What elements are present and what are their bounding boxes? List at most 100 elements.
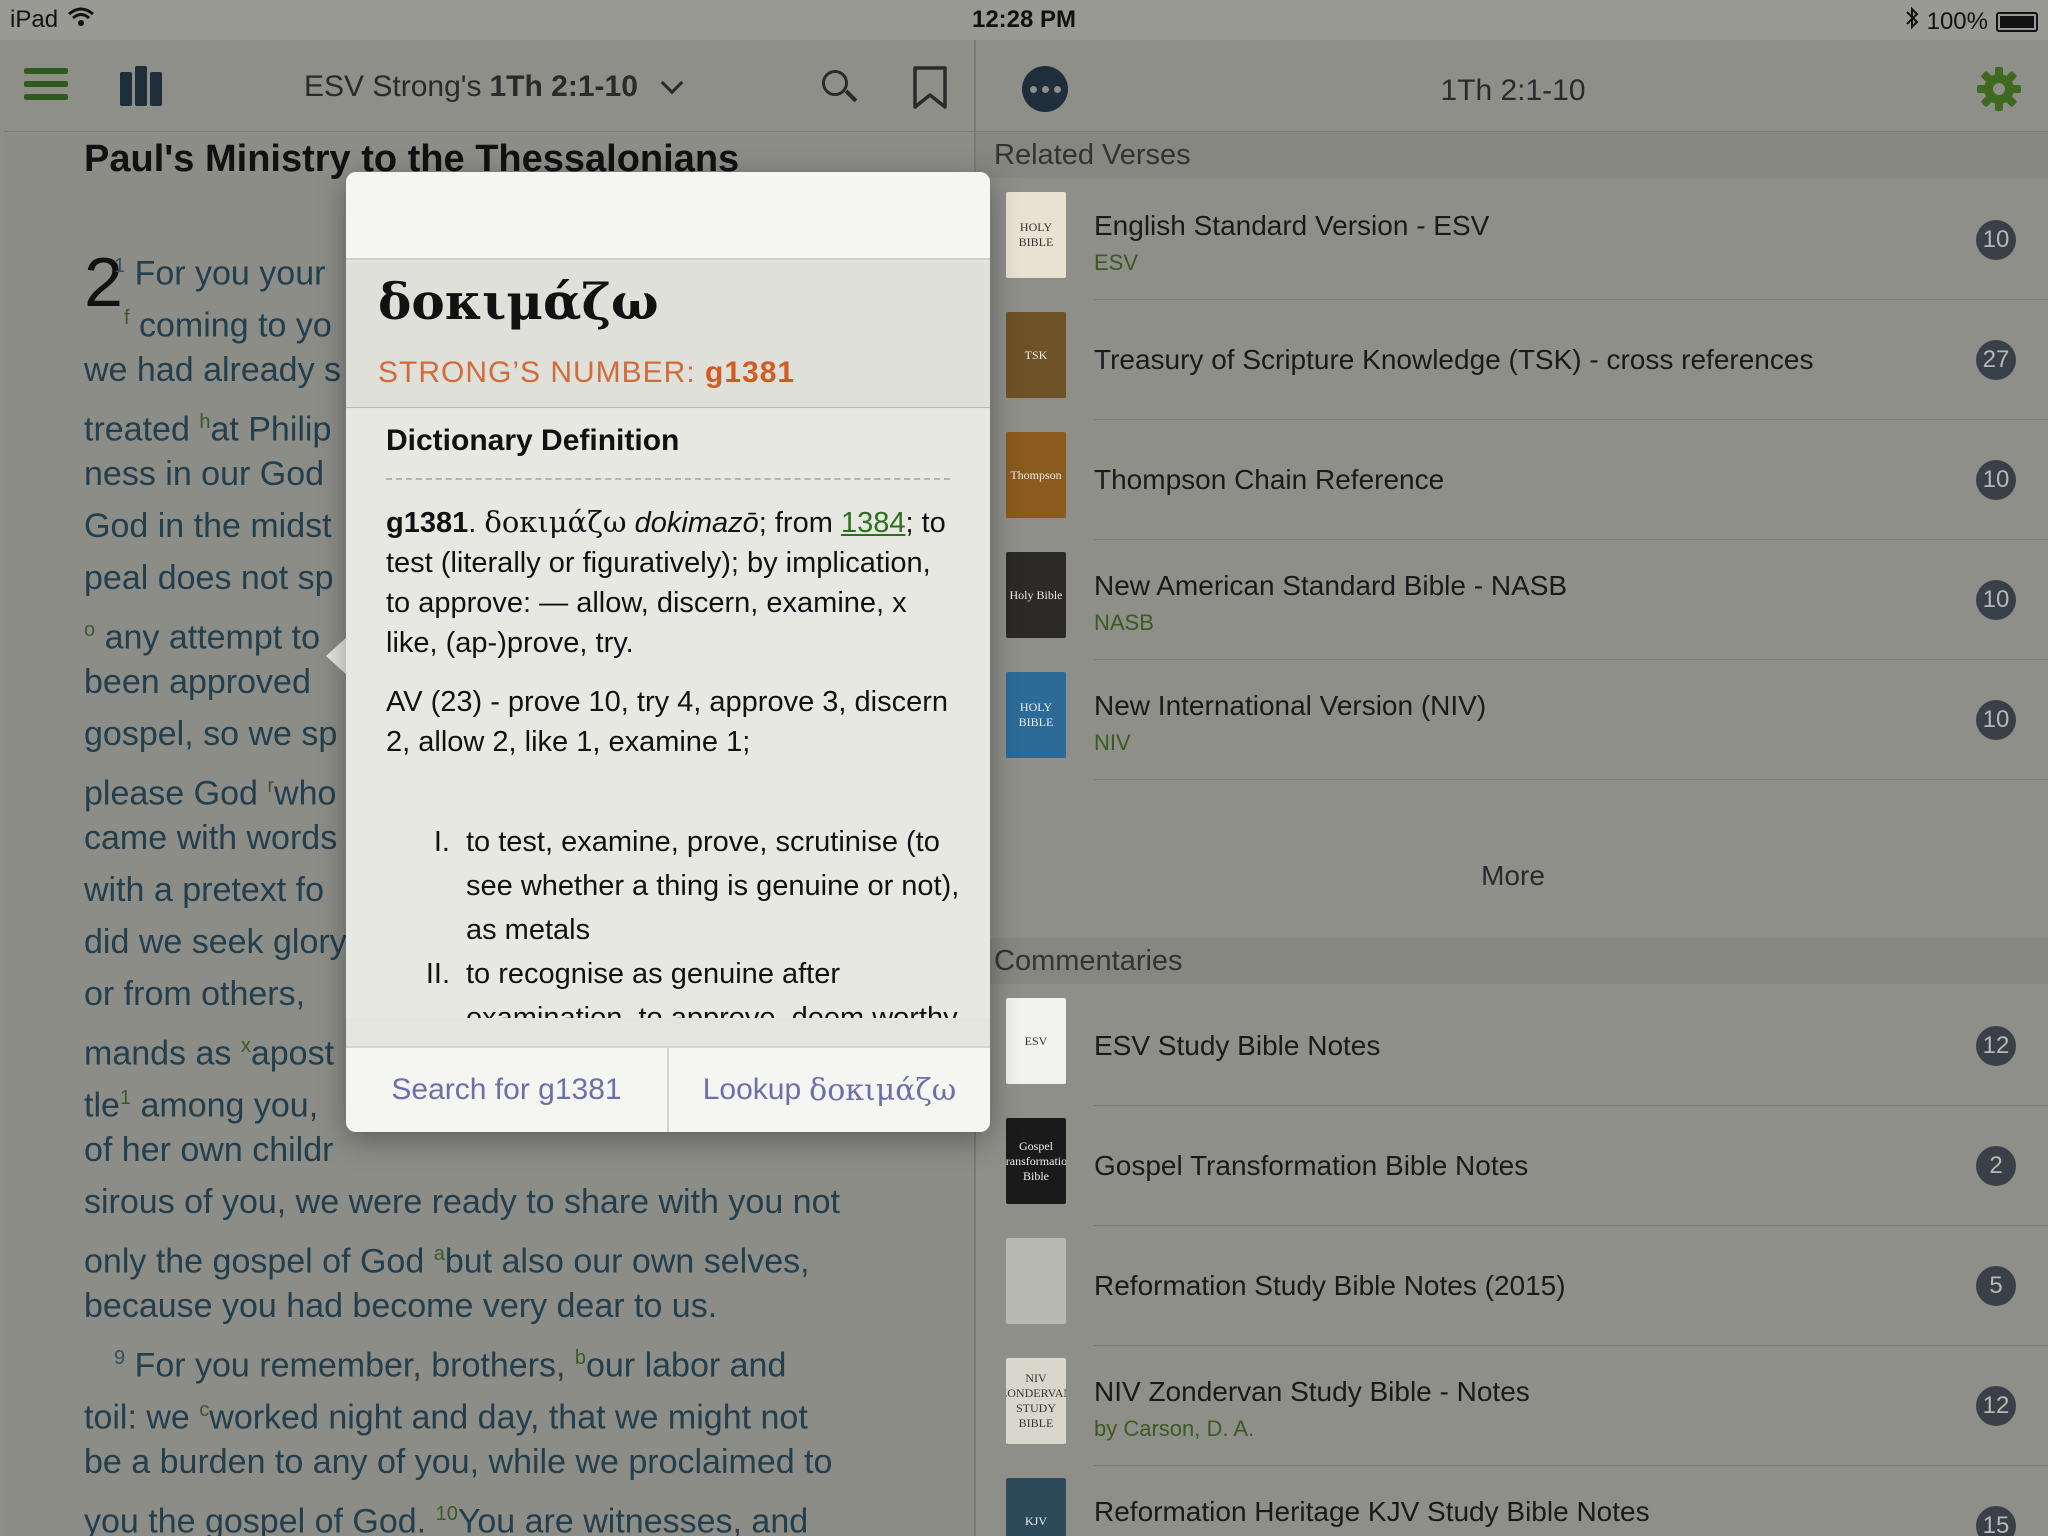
verse-text[interactable]: For you remember, brothers,: [135, 1346, 575, 1384]
verse-text[interactable]: because you had become very dear to us.: [84, 1287, 717, 1325]
related-verses-header: Related Verses: [976, 132, 2048, 178]
verse-text[interactable]: we had already s: [84, 351, 341, 389]
verse-text[interactable]: toil: we: [84, 1398, 199, 1436]
verse-text[interactable]: You are witnesses, and: [458, 1502, 808, 1536]
resource-subtitle: by Carson, D. A.: [1094, 1416, 1255, 1441]
verse-text[interactable]: gospel, so we sp: [84, 715, 337, 753]
strongs-label: STRONG’S NUMBER:: [378, 356, 696, 389]
resource-title: Thompson Chain Reference: [1094, 464, 1445, 495]
more-link[interactable]: More: [976, 860, 2048, 892]
resource-row[interactable]: HOLY BIBLE New International Version (NIV…: [976, 660, 2048, 780]
bluetooth-icon: [1905, 6, 1919, 37]
outline-item: I. to test, examine, prove, scrutinise (t…: [386, 820, 960, 952]
bookmark-icon[interactable]: [912, 66, 948, 110]
version-reference-selector[interactable]: ESV Strong's 1Th 2:1-10: [304, 70, 684, 104]
search-strongs-button[interactable]: Search for g1381: [346, 1048, 667, 1132]
resource-row[interactable]: HOLY BIBLE English Standard Version - ESV…: [976, 180, 2048, 300]
verse-text[interactable]: our labor and: [586, 1346, 786, 1384]
footnote-marker[interactable]: x: [241, 1035, 251, 1057]
outline-number: II.: [425, 958, 450, 990]
verse-text[interactable]: peal does not sp: [84, 559, 334, 597]
verse-text[interactable]: treated: [84, 410, 199, 448]
verse-line[interactable]: toil: we cworked night and day, that we …: [84, 1384, 964, 1436]
row-divider: [1094, 779, 2048, 780]
bible-version: ESV Strong's: [304, 70, 482, 103]
resource-title: English Standard Version - ESV: [1094, 210, 1490, 241]
clock: 12:28 PM: [971, 6, 1077, 33]
footnote-marker[interactable]: 1: [120, 1087, 131, 1109]
verse-text[interactable]: apost: [251, 1034, 334, 1072]
verse-text[interactable]: tle: [84, 1086, 120, 1124]
menu-icon[interactable]: [24, 68, 68, 104]
resource-row[interactable]: ESV ESV Study Bible Notes 12: [976, 986, 2048, 1106]
verse-text[interactable]: of her own childr: [84, 1131, 333, 1169]
resource-row[interactable]: KJV Reformation Heritage KJV Study Bible …: [976, 1466, 2048, 1536]
gear-icon[interactable]: [1976, 66, 2022, 112]
outline-text: to test, examine, prove, scrutinise (to …: [466, 826, 960, 946]
verse-text[interactable]: did we seek glory: [84, 923, 347, 961]
verse-line[interactable]: sirous of you, we were ready to share wi…: [84, 1176, 964, 1228]
footnote-marker[interactable]: b: [575, 1347, 586, 1369]
verse-text[interactable]: God in the midst: [84, 507, 332, 545]
resource-row[interactable]: Reformation Study Bible Notes (2015) 5: [976, 1226, 2048, 1346]
footnote-marker[interactable]: a: [434, 1243, 445, 1265]
resource-title: ESV Study Bible Notes: [1094, 1030, 1381, 1061]
verse-text[interactable]: mands as: [84, 1034, 241, 1072]
chevron-down-icon: [660, 71, 684, 95]
book-cover-icon: HOLY BIBLE: [1006, 192, 1066, 278]
verse-line[interactable]: you the gospel of God. 10You are witness…: [84, 1488, 964, 1536]
definition-link[interactable]: 1384: [841, 507, 906, 539]
book-cover-icon: Thompson: [1006, 432, 1066, 518]
footnote-marker[interactable]: h: [199, 411, 210, 433]
definition-from: ; from: [758, 507, 841, 539]
verse-text[interactable]: sirous of you, we were ready to share wi…: [84, 1183, 840, 1221]
verse-text[interactable]: or from others,: [84, 975, 305, 1013]
verse-text[interactable]: who: [274, 774, 336, 812]
verse-marker: 9: [114, 1347, 126, 1369]
bible-reference: 1Th 2:1-10: [489, 70, 638, 103]
verse-line[interactable]: because you had become very dear to us.: [84, 1280, 964, 1332]
verse-line[interactable]: be a burden to any of you, while we proc…: [84, 1436, 964, 1488]
resource-row[interactable]: TSK Treasury of Scripture Knowledge (TSK)…: [976, 300, 2048, 420]
verse-text[interactable]: any attempt to: [105, 618, 320, 656]
library-icon[interactable]: [120, 66, 164, 106]
verse-text[interactable]: please God: [84, 774, 267, 812]
commentaries-header: Commentaries: [976, 938, 2048, 984]
footnote-marker[interactable]: 10: [436, 1503, 458, 1525]
verse-text[interactable]: ness in our God: [84, 455, 324, 493]
resource-subtitle: NIV: [1094, 730, 1131, 755]
footnote-marker[interactable]: c: [199, 1399, 209, 1421]
verse-text[interactable]: but also our own selves,: [445, 1242, 810, 1280]
book-cover-icon: HOLY BIBLE: [1006, 672, 1066, 758]
verse-text[interactable]: you the gospel of God.: [84, 1502, 436, 1536]
resource-row[interactable]: NIV ZONDERVAN STUDY BIBLE NIV Zondervan S…: [976, 1346, 2048, 1466]
verse-text[interactable]: worked night and day, that we might not: [209, 1398, 808, 1436]
verse-text[interactable]: be a burden to any of you, while we proc…: [84, 1443, 832, 1481]
resource-title: NIV Zondervan Study Bible - Notes: [1094, 1376, 1530, 1407]
resource-title: Treasury of Scripture Knowledge (TSK) - …: [1094, 344, 1814, 375]
verse-text[interactable]: with a pretext fo: [84, 871, 324, 909]
resource-row[interactable]: Holy Bible New American Standard Bible - …: [976, 540, 2048, 660]
verse-text[interactable]: among you,: [131, 1086, 318, 1124]
lookup-word-button[interactable]: Lookup δοκιμάζω: [667, 1048, 990, 1132]
search-icon[interactable]: [822, 70, 858, 106]
resource-row[interactable]: Gospel Transformation Bible Gospel Transf…: [976, 1106, 2048, 1226]
definition-text: g1381. δοκιμάζω dokimazō; from 1384; to …: [386, 505, 946, 659]
verse-line[interactable]: only the gospel of God abut also our own…: [84, 1228, 964, 1280]
verse-text[interactable]: came with words: [84, 819, 337, 857]
count-badge: 27: [1976, 340, 2016, 380]
verse-line[interactable]: 9 For you remember, brothers, bour labor…: [84, 1332, 964, 1384]
popover-actions: Search for g1381 Lookup δοκιμάζω: [346, 1046, 990, 1132]
dictionary-heading: Dictionary Definition: [386, 424, 680, 457]
verse-text[interactable]: only the gospel of God: [84, 1242, 434, 1280]
verse-text[interactable]: For you your: [135, 254, 326, 292]
book-cover-icon: TSK: [1006, 312, 1066, 398]
verse-text[interactable]: coming to yo: [139, 306, 332, 344]
verse-text[interactable]: at Philip: [210, 410, 331, 448]
definition-greek: δοκιμάζω: [484, 505, 627, 539]
resource-row[interactable]: Thompson Thompson Chain Reference 10: [976, 420, 2048, 540]
status-bar: iPad 12:28 PM 100%: [0, 0, 2048, 40]
verse-text[interactable]: been approved: [84, 663, 311, 701]
popover-body[interactable]: Dictionary Definition g1381. δοκιμάζω do…: [346, 410, 990, 1018]
more-row[interactable]: More: [976, 820, 2048, 938]
